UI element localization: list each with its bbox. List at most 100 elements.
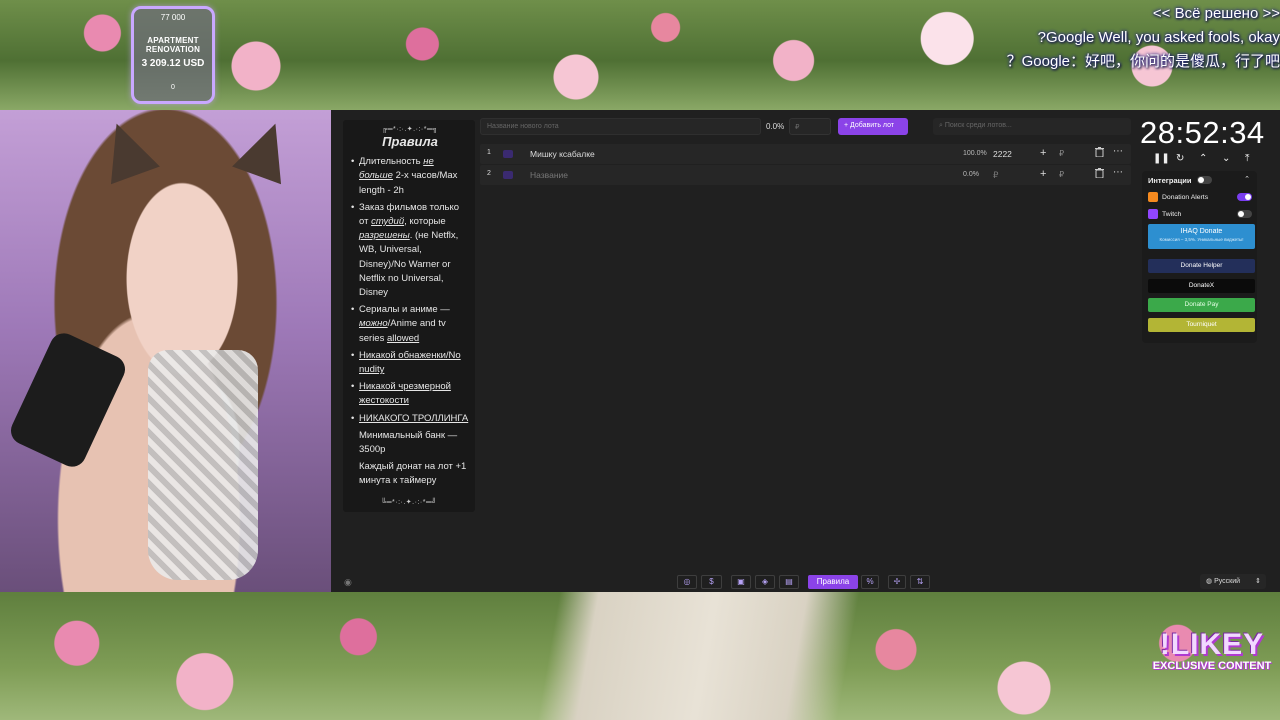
ihaq-subtitle: Комиссия – 3,5%. Уникальные виджеты! xyxy=(1159,237,1244,242)
lot-name[interactable]: Мишку ксабалке xyxy=(530,149,595,159)
collapse-icon[interactable]: ⤒ xyxy=(1245,153,1249,164)
lot-number: 2 xyxy=(487,170,491,177)
goal-amount: 3 209.12 USD xyxy=(141,58,205,69)
pause-icon[interactable]: ❚❚ xyxy=(1153,153,1170,164)
rule-item: Никакой обнаженки/No nudity xyxy=(351,349,469,377)
wheel-icon[interactable]: ◈ xyxy=(755,575,775,589)
delete-lot-icon[interactable] xyxy=(1095,147,1104,159)
rules-list: Длительность не больше 2-х часов/Max len… xyxy=(351,155,469,488)
rule-item: Заказ фильмов только от студий, которые … xyxy=(351,201,469,300)
ilikey-badge: !LIKEY EXCLUSIVE CONTENT xyxy=(1148,628,1276,688)
subtitle-line: ？Google：好吧，你问的是傻瓜，行了吧 xyxy=(1006,53,1280,70)
translation-subtitles: << Всё решено >> ?Google Well, you asked… xyxy=(1007,2,1280,74)
globe-icon: ◍ xyxy=(1206,578,1215,585)
donate-helper-button[interactable]: Donate Helper xyxy=(1148,259,1255,273)
donation-alerts-toggle[interactable] xyxy=(1237,193,1252,201)
add-lot-button[interactable]: + Добавить лот xyxy=(838,118,908,135)
integrations-toggle[interactable] xyxy=(1197,176,1212,184)
cat-ear-left xyxy=(92,114,160,185)
lot-number: 1 xyxy=(487,149,491,156)
rules-button[interactable]: Правила xyxy=(808,575,858,589)
search-placeholder: Поиск среди лотов... xyxy=(944,122,1012,129)
integration-label: Donation Alerts xyxy=(1162,194,1209,201)
stats-icon[interactable]: ▤ xyxy=(779,575,799,589)
integration-donation-alerts: Donation Alerts xyxy=(1148,192,1252,204)
add-amount-icon[interactable]: + xyxy=(1040,147,1046,159)
rules-ornament-bottom: ╚═*·:·.✦.·:·*═╝ xyxy=(381,499,437,506)
language-value: Русский xyxy=(1214,578,1241,585)
lot-drag-handle-icon[interactable] xyxy=(503,171,513,179)
lot-amount[interactable]: 2222 xyxy=(993,149,1012,159)
lot-row[interactable]: 1 Мишку ксабалке 100.0% 2222 + ₽ ⋯ xyxy=(480,144,1131,164)
reset-icon[interactable]: ↻ xyxy=(1176,153,1184,164)
goal-start: 0 xyxy=(171,84,175,91)
rule-item: НИКАКОГО ТРОЛЛИНГА xyxy=(351,412,469,426)
donation-goal-widget: 77 000 APARTMENT RENOVATION 3 209.12 USD… xyxy=(131,6,215,104)
more-options-icon[interactable]: ⋯ xyxy=(1113,146,1123,157)
lot-percent: 100.0% xyxy=(963,150,987,157)
settings-icon[interactable]: ✢ xyxy=(888,575,906,589)
twitch-toggle[interactable] xyxy=(1237,210,1252,218)
new-lot-percent: 0.0% xyxy=(766,122,785,131)
donate-pay-button[interactable]: Donate Pay xyxy=(1148,298,1255,312)
subtract-time-icon[interactable]: ⌄ xyxy=(1222,153,1230,164)
ihaq-title: IHAQ Donate xyxy=(1180,228,1223,235)
cat-ear-right xyxy=(232,114,300,185)
more-options-icon[interactable]: ⋯ xyxy=(1113,167,1123,178)
webcam-feed xyxy=(0,110,331,592)
ihaq-donate-button[interactable]: IHAQ Donate Комиссия – 3,5%. Уникальные … xyxy=(1148,224,1255,249)
goal-name: APARTMENT RENOVATION xyxy=(134,36,212,54)
background-garden-bottom xyxy=(0,592,1280,720)
goal-target: 77 000 xyxy=(160,13,186,22)
language-select[interactable]: ◍ Русский ⇕ xyxy=(1200,574,1266,589)
tourniquet-button[interactable]: Tourniquet xyxy=(1148,318,1255,332)
lot-name[interactable]: Название xyxy=(530,170,568,180)
subtitle-line: ?Google Well, you asked fools, okay xyxy=(1037,29,1280,46)
integrations-title: Интеграции xyxy=(1148,176,1192,185)
github-icon[interactable]: ◎ xyxy=(677,575,697,589)
integration-twitch: Twitch xyxy=(1148,209,1252,221)
donation-alerts-icon xyxy=(1148,192,1158,202)
rule-item: Длительность не больше 2-х часов/Max len… xyxy=(351,155,469,198)
chevron-updown-icon: ⇕ xyxy=(1255,578,1261,585)
goal-name-line1: APARTMENT xyxy=(147,36,199,45)
rules-panel: ╔═*·:·.✦.·:·*═╗ Правила Длительность не … xyxy=(343,120,475,512)
lot-currency: ₽ xyxy=(1059,170,1065,179)
rules-ornament-top: ╔═*·:·.✦.·:·*═╗ xyxy=(382,126,438,133)
ilikey-tagline: EXCLUSIVE CONTENT xyxy=(1152,660,1272,672)
lot-drag-handle-icon[interactable] xyxy=(503,150,513,158)
goal-name-line2: RENOVATION xyxy=(145,45,201,54)
new-lot-name-input[interactable]: Название нового лота xyxy=(480,118,761,135)
rule-item: Минимальный банк — 3500р xyxy=(359,429,458,456)
rule-item: Сериалы и аниме — можно/Anime and tv ser… xyxy=(351,303,469,346)
twitch-icon xyxy=(1148,209,1158,219)
integration-label: Twitch xyxy=(1162,211,1182,218)
auction-timer: 28:52:34 xyxy=(1140,115,1265,150)
lot-amount[interactable]: ₽ xyxy=(993,170,998,181)
lot-percent: 0.0% xyxy=(963,171,979,178)
delete-lot-icon[interactable] xyxy=(1095,168,1104,180)
lots-list: 1 Мишку ксабалке 100.0% 2222 + ₽ ⋯ 2 Наз… xyxy=(480,144,1131,186)
add-amount-icon[interactable]: + xyxy=(1040,168,1046,180)
studded-tumbler xyxy=(148,350,258,580)
chevron-up-icon[interactable]: ⌃ xyxy=(1244,175,1250,183)
history-icon[interactable]: ▣ xyxy=(731,575,751,589)
eye-icon[interactable]: ◉ xyxy=(344,577,352,588)
subtitle-line: << Всё решено >> xyxy=(1152,5,1280,22)
ilikey-logo: !LIKEY xyxy=(1159,628,1265,661)
timer-controls: ❚❚ ↻ ⌃ ⌄ ⤒ xyxy=(1149,153,1255,167)
sort-icon[interactable]: ⇅ xyxy=(910,575,930,589)
lot-search-input[interactable]: ⌕ Поиск среди лотов... xyxy=(933,118,1131,135)
vr-headset xyxy=(6,328,130,472)
new-lot-amount-input[interactable]: ₽ xyxy=(789,118,831,135)
auction-app-window: ╔═*·:·.✦.·:·*═╗ Правила Длительность не … xyxy=(331,110,1280,592)
rule-item: Каждый донат на лот +1 минута к таймеру xyxy=(359,461,467,487)
lot-row[interactable]: 2 Название 0.0% ₽ + ₽ ⋯ xyxy=(480,165,1131,185)
donatex-button[interactable]: DonateX xyxy=(1148,279,1255,293)
integrations-panel: Интеграции ⌃ Donation Alerts Twitch IHAQ… xyxy=(1142,171,1257,343)
percent-icon[interactable]: % xyxy=(861,575,879,589)
lot-currency: ₽ xyxy=(1059,149,1065,158)
rules-title: Правила xyxy=(382,134,438,149)
add-time-icon[interactable]: ⌃ xyxy=(1199,153,1207,164)
dollar-icon[interactable]: $ xyxy=(701,575,722,589)
